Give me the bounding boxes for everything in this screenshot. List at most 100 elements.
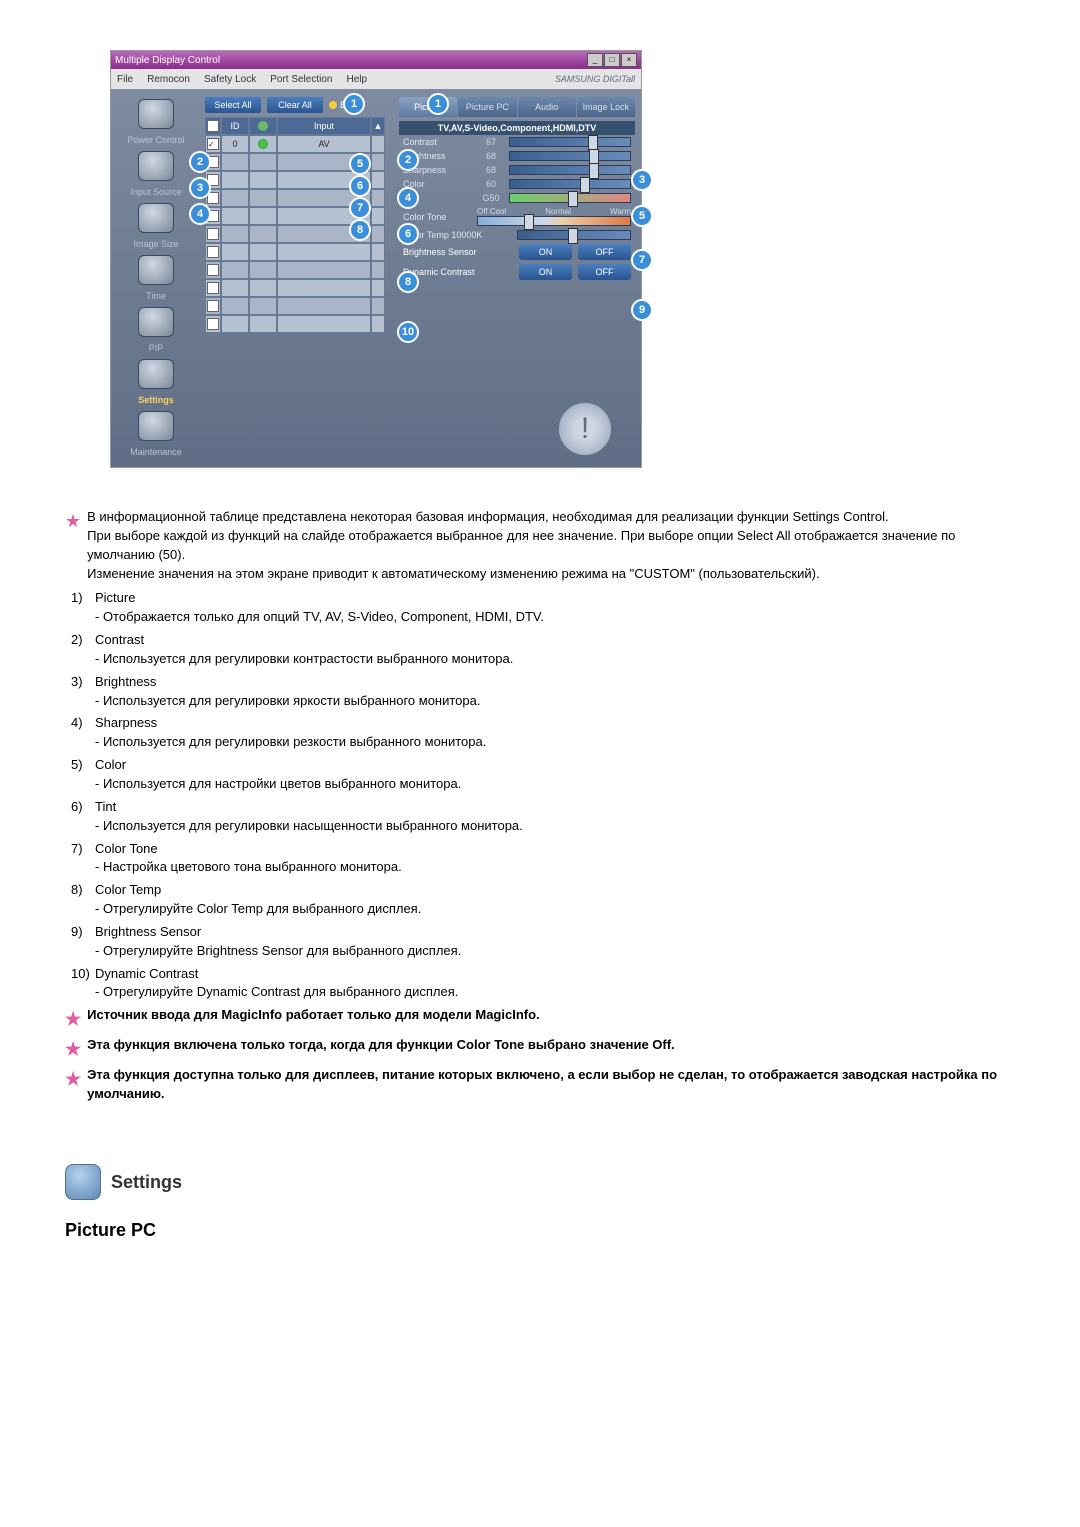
- contrast-slider[interactable]: [509, 137, 631, 147]
- list-item: 3)Brightness- Используется для регулиров…: [65, 673, 1015, 711]
- sidebar-label-power: Power Control: [127, 135, 184, 145]
- colortone-slider[interactable]: [477, 216, 631, 226]
- contrast-value: 67: [477, 137, 505, 147]
- row-checkbox[interactable]: [207, 246, 219, 258]
- row-checkbox[interactable]: [207, 300, 219, 312]
- row-checkbox[interactable]: [207, 264, 219, 276]
- section-title: Settings: [111, 1172, 182, 1193]
- power-control-icon[interactable]: [138, 99, 174, 129]
- menu-file[interactable]: File: [117, 74, 133, 85]
- callout-1: 1: [343, 93, 365, 115]
- clear-all-button[interactable]: Clear All: [267, 97, 323, 113]
- window-controls: _ □ ×: [587, 53, 637, 67]
- list-item: 9)Brightness Sensor- Отрегулируйте Brigh…: [65, 923, 1015, 961]
- dcontrast-on-button[interactable]: ON: [519, 264, 572, 280]
- callout-7: 7: [349, 197, 371, 219]
- brand-label: SAMSUNG DIGITall: [555, 74, 635, 84]
- sidebar-label-maintenance: Maintenance: [130, 447, 182, 457]
- check-icon[interactable]: [207, 120, 219, 132]
- maximize-icon[interactable]: □: [604, 53, 620, 67]
- row-input[interactable]: AV: [277, 135, 371, 153]
- color-slider[interactable]: [509, 179, 631, 189]
- table-row: [205, 243, 385, 261]
- brightness-sensor-row: Brightness Sensor ON OFF: [399, 242, 635, 262]
- input-source-icon[interactable]: [138, 151, 174, 181]
- row-checkbox[interactable]: [207, 282, 219, 294]
- table-row: [205, 279, 385, 297]
- contrast-row: Contrast 67: [399, 135, 635, 149]
- menu-safety-lock[interactable]: Safety Lock: [204, 74, 256, 85]
- hdr-scroll[interactable]: ▲: [371, 117, 385, 135]
- callout-10: 10: [397, 321, 419, 343]
- row-checkbox[interactable]: [207, 318, 219, 330]
- app-title: Multiple Display Control: [115, 55, 220, 66]
- bsensor-off-button[interactable]: OFF: [578, 244, 631, 260]
- titlebar: Multiple Display Control _ □ ×: [111, 51, 641, 69]
- star-icon: ★: [65, 1036, 81, 1062]
- tab-audio[interactable]: Audio: [518, 97, 576, 117]
- section-header: Settings: [65, 1164, 1015, 1200]
- tint-row: Tint G50 R50: [399, 191, 635, 205]
- menu-help[interactable]: Help: [346, 74, 367, 85]
- sharpness-slider[interactable]: [509, 165, 631, 175]
- callout-4: 4: [397, 187, 419, 209]
- row-checkbox[interactable]: [207, 228, 219, 240]
- list-item: 6)Tint- Используется для регулировки нас…: [65, 798, 1015, 836]
- callout-6: 6: [397, 223, 419, 245]
- tab-image-lock[interactable]: Image Lock: [577, 97, 635, 117]
- tint-right: R50: [614, 194, 629, 203]
- table-row: [205, 297, 385, 315]
- row-id: 0: [221, 135, 249, 153]
- settings-icon[interactable]: [138, 359, 174, 389]
- menu-remocon[interactable]: Remocon: [147, 74, 190, 85]
- tint-value: G50: [477, 193, 505, 203]
- list-item: 2)Contrast- Используется для регулировки…: [65, 631, 1015, 669]
- bsensor-label: Brightness Sensor: [403, 247, 513, 257]
- callout-3: 3: [189, 177, 211, 199]
- panel-header: TV,AV,S-Video,Component,HDMI,DTV: [399, 121, 635, 135]
- colortemp-slider[interactable]: [517, 230, 631, 240]
- intro-paragraph: ★ В информационной таблице представлена …: [65, 508, 1015, 583]
- tab-picture-pc[interactable]: Picture PC: [458, 97, 516, 117]
- callout-2: 2: [397, 149, 419, 171]
- menubar: File Remocon Safety Lock Port Selection …: [111, 69, 641, 89]
- maintenance-icon[interactable]: [138, 411, 174, 441]
- sidebar-label-time: Time: [146, 291, 166, 301]
- sidebar-label-image: Image Size: [133, 239, 178, 249]
- list-item: 1)Picture- Отображается только для опций…: [65, 589, 1015, 627]
- sharpness-row: Sharpness 68: [399, 163, 635, 177]
- tint-slider[interactable]: [509, 193, 631, 203]
- brightness-slider[interactable]: [509, 151, 631, 161]
- list-item: 7)Color Tone- Настройка цветового тона в…: [65, 840, 1015, 878]
- minimize-icon[interactable]: _: [587, 53, 603, 67]
- time-icon[interactable]: [138, 255, 174, 285]
- doc-content: ★ В информационной таблице представлена …: [65, 508, 1015, 1241]
- menu-port-selection[interactable]: Port Selection: [270, 74, 332, 85]
- sidebar-label-pip: PIP: [149, 343, 164, 353]
- callout-7: 7: [631, 249, 653, 271]
- list-item: 5)Color- Используется для настройки цвет…: [65, 756, 1015, 794]
- subtitle: Picture PC: [65, 1220, 1015, 1241]
- info-icon[interactable]: !: [559, 403, 611, 455]
- dynamic-contrast-row: Dynamic Contrast ON OFF: [399, 262, 635, 282]
- notes: ★Источник ввода для MagicInfo работает т…: [65, 1006, 1015, 1104]
- pip-icon[interactable]: [138, 307, 174, 337]
- row-checkbox[interactable]: [207, 138, 219, 150]
- bsensor-on-button[interactable]: ON: [519, 244, 572, 260]
- callout-5: 5: [349, 153, 371, 175]
- image-size-icon[interactable]: [138, 203, 174, 233]
- table-row: [205, 315, 385, 333]
- power-led-icon: [258, 121, 268, 131]
- sidebar-label-input: Input Source: [130, 187, 181, 197]
- star-icon: ★: [65, 1066, 81, 1104]
- list-item: 8)Color Temp- Отрегулируйте Color Temp д…: [65, 881, 1015, 919]
- hdr-input: Input: [277, 117, 371, 135]
- dcontrast-off-button[interactable]: OFF: [578, 264, 631, 280]
- list-item: 4)Sharpness- Используется для регулировк…: [65, 714, 1015, 752]
- close-icon[interactable]: ×: [621, 53, 637, 67]
- power-on-icon: [258, 139, 268, 149]
- settings-section-icon: [65, 1164, 101, 1200]
- callout-1: 1: [427, 93, 449, 115]
- callout-4: 4: [189, 203, 211, 225]
- select-all-button[interactable]: Select All: [205, 97, 261, 113]
